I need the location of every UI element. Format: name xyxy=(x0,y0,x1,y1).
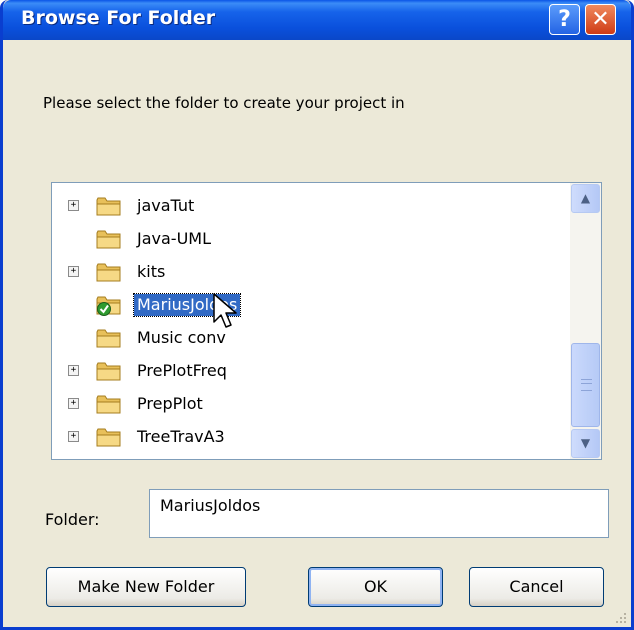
folder-field-label: Folder: xyxy=(45,510,100,529)
expand-icon[interactable]: + xyxy=(68,431,79,442)
make-new-folder-button[interactable]: Make New Folder xyxy=(46,567,246,607)
chevron-up-icon: ▲ xyxy=(580,191,591,205)
tree-item-label: PrepPlot xyxy=(137,394,203,413)
tree-item-preplotfreq[interactable]: + PrePlotFreq xyxy=(52,358,572,388)
ok-button[interactable]: OK xyxy=(308,567,443,607)
tree-item-java-uml[interactable]: Java-UML xyxy=(52,226,572,256)
scrollbar-thumb[interactable] xyxy=(571,343,600,427)
tree-item-label: javaTut xyxy=(137,196,195,215)
chevron-down-icon: ▼ xyxy=(580,436,591,450)
scroll-down-button[interactable]: ▼ xyxy=(571,429,600,458)
close-button[interactable]: ✕ xyxy=(585,4,616,35)
tree-item-label: TreeTravA3 xyxy=(137,427,225,446)
browse-for-folder-dialog: Browse For Folder ? ✕ Please select the … xyxy=(0,0,634,630)
folder-tree[interactable]: + javaTut Java-UML + kits MariusJoldos Music c… xyxy=(51,182,602,460)
grip-icon xyxy=(581,379,592,391)
expand-icon[interactable]: + xyxy=(68,266,79,277)
vertical-scrollbar[interactable]: ▲ ▼ xyxy=(570,183,601,459)
tree-item-mariusjoldos[interactable]: MariusJoldos xyxy=(52,292,572,322)
folder-name-input[interactable] xyxy=(149,489,609,538)
tree-item-music-conv[interactable]: Music conv xyxy=(52,325,572,355)
tree-item-label: PrePlotFreq xyxy=(137,361,227,380)
close-icon: ✕ xyxy=(591,7,610,32)
tree-item-javatut[interactable]: + javaTut xyxy=(52,193,572,223)
instruction-text: Please select the folder to create your … xyxy=(43,94,405,112)
tree-item-treetrava3[interactable]: + TreeTravA3 xyxy=(52,424,572,454)
scroll-up-button[interactable]: ▲ xyxy=(571,184,600,213)
tree-item-label: Java-UML xyxy=(137,229,211,248)
expand-icon[interactable]: + xyxy=(68,200,79,211)
resize-grip-icon[interactable] xyxy=(613,610,627,624)
title-bar[interactable]: Browse For Folder ? ✕ xyxy=(3,0,631,40)
help-icon: ? xyxy=(558,7,571,32)
tree-item-prepplot[interactable]: + PrepPlot xyxy=(52,391,572,421)
tree-item-kits[interactable]: + kits xyxy=(52,259,572,289)
help-button[interactable]: ? xyxy=(549,4,580,35)
expand-icon[interactable]: + xyxy=(68,398,79,409)
cancel-button[interactable]: Cancel xyxy=(469,567,604,607)
window-title: Browse For Folder xyxy=(21,7,216,29)
expand-icon[interactable]: + xyxy=(68,365,79,376)
mouse-pointer-icon xyxy=(213,293,237,328)
tree-item-label: kits xyxy=(137,262,166,281)
